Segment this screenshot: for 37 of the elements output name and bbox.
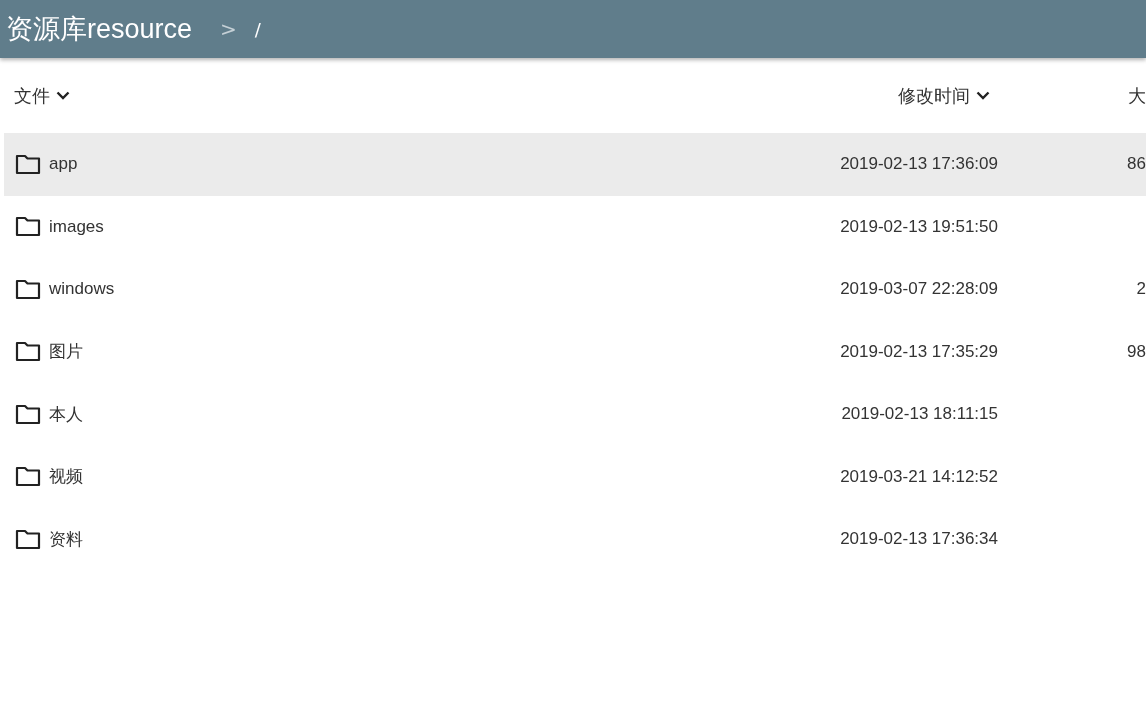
folder-row[interactable]: 资料 2019-02-13 17:36:34: [4, 508, 1146, 571]
column-header[interactable]: 修改时间: [898, 83, 990, 108]
modified-time: 2019-02-13 17:35:29: [839, 341, 999, 362]
column-header[interactable]: 大: [1128, 83, 1146, 108]
file-name: app: [4, 153, 804, 175]
file-name: 图片: [4, 340, 804, 364]
breadcrumb-separator: >: [220, 17, 237, 41]
folder-row[interactable]: 视频 2019-03-21 14:12:52: [4, 445, 1146, 508]
folder-icon: [15, 216, 41, 238]
file-name: 视频: [4, 465, 804, 489]
folder-row[interactable]: app 2019-02-13 17:36:09 86: [4, 133, 1146, 196]
app-title: 资源库resource: [6, 13, 193, 46]
file-name: 资料: [4, 527, 804, 551]
file-size: 2: [1135, 279, 1146, 300]
file-size: 86: [1126, 154, 1146, 175]
breadcrumb-link[interactable]: /: [254, 18, 261, 40]
file-name: 本人: [4, 402, 804, 426]
file-name: images: [4, 216, 804, 238]
modified-time: 2019-02-13 18:11:15: [840, 404, 999, 425]
folder-row[interactable]: windows 2019-03-07 22:28:09 2: [4, 258, 1146, 321]
modified-time: 2019-02-13 17:36:09: [839, 154, 999, 175]
folder-icon: [15, 153, 41, 175]
folder-icon: [15, 341, 41, 363]
folder-icon: [15, 278, 41, 300]
modified-time: 2019-02-13 19:51:50: [839, 216, 999, 237]
folder-icon: [15, 466, 41, 488]
modified-time: 2019-03-21 14:12:52: [839, 466, 999, 487]
column-header[interactable]: 文件: [14, 83, 70, 108]
file-size: 98: [1126, 341, 1146, 362]
folder-row[interactable]: 本人 2019-02-13 18:11:15: [4, 383, 1146, 446]
folder-icon: [15, 403, 41, 425]
modified-time: 2019-03-07 22:28:09: [839, 279, 999, 300]
folder-row[interactable]: 图片 2019-02-13 17:35:29 98: [4, 320, 1146, 383]
modified-time: 2019-02-13 17:36:34: [839, 529, 999, 550]
folder-row[interactable]: images 2019-02-13 19:51:50: [4, 195, 1146, 258]
folder-icon: [15, 528, 41, 550]
file-name: windows: [4, 278, 804, 300]
